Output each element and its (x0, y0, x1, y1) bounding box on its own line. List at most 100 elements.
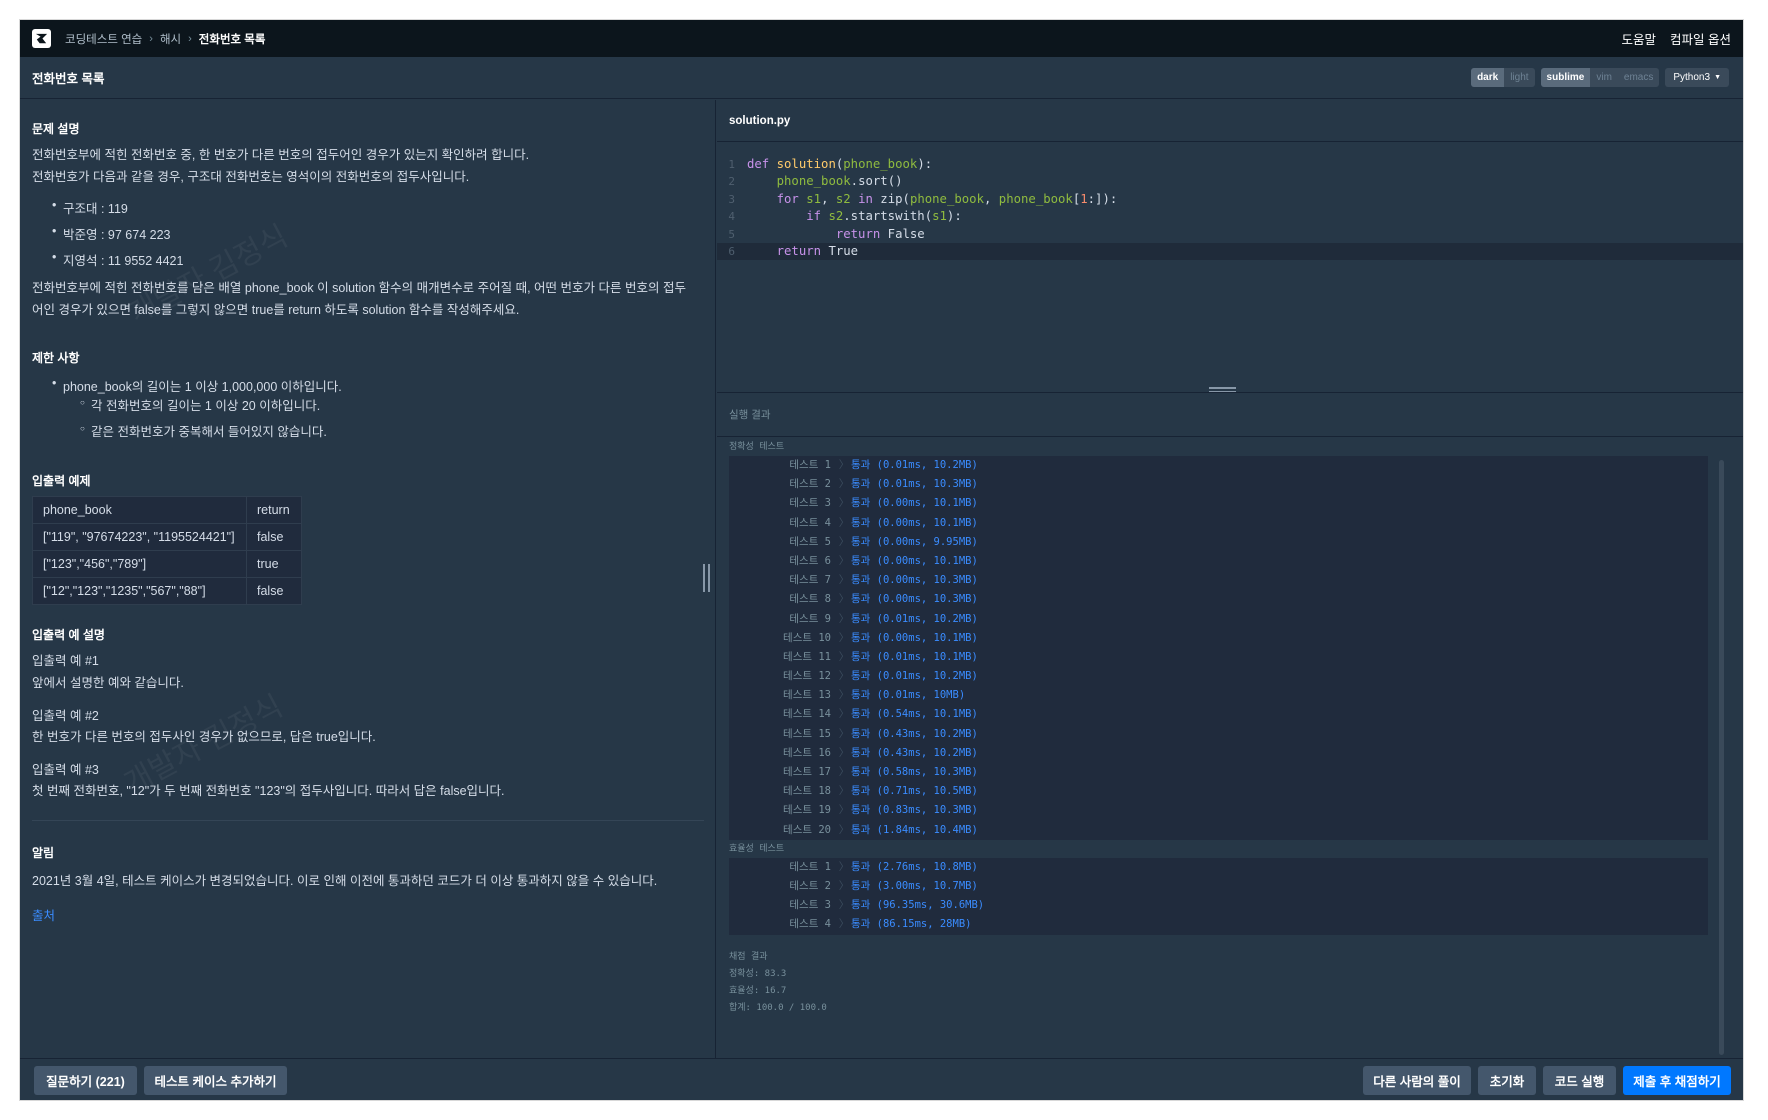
separator: 〉 (838, 804, 850, 817)
programmers-logo-icon[interactable] (32, 29, 51, 48)
list-item: 각 전화번호의 길이는 1 이상 20 이하입니다. (80, 395, 327, 421)
source-link[interactable]: 출처 (32, 905, 55, 924)
breadcrumb-item[interactable]: 코딩테스트 연습 (65, 31, 142, 47)
results-scrollbar[interactable] (1719, 460, 1724, 1055)
accuracy-results: 테스트 1 〉 통과 (0.01ms, 10.2MB) 테스트 2 〉 통과 (0.01m… (729, 456, 1708, 840)
test-result: 통과 (3.00ms, 10.7MB) (851, 879, 978, 892)
ask-question-button[interactable]: 질문하기 (221) (34, 1066, 137, 1095)
line-number: 5 (728, 227, 735, 241)
test-result: 통과 (0.01ms, 10MB) (851, 689, 966, 702)
code-area[interactable]: 1 def solution(phone_book): 2 phone_book.… (717, 156, 1743, 261)
explain-body: 한 번호가 다른 번호의 접두사인 경우가 없으므로, 답은 true입니다. (32, 730, 376, 744)
test-result-row: 테스트 13 〉 통과 (0.01ms, 10MB) (729, 686, 1708, 705)
test-name: 테스트 3 (789, 899, 831, 912)
line-number: 4 (728, 210, 735, 224)
test-name: 테스트 13 (783, 689, 831, 702)
footer-toolbar: 질문하기 (221) 테스트 케이스 추가하기 다른 사람의 풀이 초기화 코드… (20, 1058, 1743, 1100)
separator: 〉 (838, 766, 850, 778)
separator: 〉 (838, 823, 850, 836)
test-result-row: 테스트 2 〉 통과 (3.00ms, 10.7MB) (729, 877, 1708, 896)
keymap-vim-option[interactable]: vim (1590, 68, 1618, 87)
test-result-row: 테스트 4 〉 통과 (0.00ms, 10.1MB) (729, 514, 1708, 533)
reset-button[interactable]: 초기화 (1478, 1066, 1536, 1095)
example-list: 구조대 : 119 박준영 : 97 674 223 지영석 : 11 9552… (52, 198, 183, 276)
keymap-toggle: sublime vim emacs (1540, 68, 1660, 87)
list-item: 같은 전화번호가 중복해서 들어있지 않습니다. (80, 421, 327, 440)
separator: 〉 (838, 497, 850, 510)
others-solutions-button[interactable]: 다른 사람의 풀이 (1363, 1066, 1471, 1095)
test-result-row: 테스트 12 〉 통과 (0.01ms, 10.2MB) (729, 667, 1708, 686)
test-result-row: 테스트 2 〉 통과 (0.01ms, 10.3MB) (729, 475, 1708, 494)
test-name: 테스트 6 (789, 554, 831, 567)
test-name: 테스트 9 (789, 612, 831, 625)
separator: 〉 (838, 631, 850, 644)
test-name: 테스트 14 (783, 708, 831, 721)
code-line: 5 return False (717, 226, 1743, 243)
test-result-row: 테스트 4 〉 통과 (86.15ms, 28MB) (729, 915, 1708, 934)
test-result: 통과 (0.71ms, 10.5MB) (851, 785, 978, 798)
theme-light-option[interactable]: light (1504, 68, 1534, 87)
separator: 〉 (838, 918, 850, 931)
separator: 〉 (838, 879, 850, 892)
test-name: 테스트 3 (789, 497, 831, 510)
theme-dark-option[interactable]: dark (1471, 68, 1505, 87)
test-result: 통과 (0.01ms, 10.3MB) (851, 478, 978, 491)
table-row: ["123","456","789"] true (32, 550, 302, 578)
code-line: 6 return True (717, 242, 1743, 261)
keymap-sublime-option[interactable]: sublime (1540, 68, 1591, 87)
chevron-right-icon: › (149, 32, 153, 45)
test-result: 통과 (0.83ms, 10.3MB) (851, 804, 978, 817)
code-editor[interactable]: solution.py 1 def solution(phone_book): 2… (717, 100, 1743, 390)
test-name: 테스트 2 (789, 478, 831, 491)
test-result-row: 테스트 11 〉 통과 (0.01ms, 10.1MB) (729, 648, 1708, 667)
score-line: 효율성: 16.7 (729, 985, 787, 996)
table-cell: true (246, 550, 302, 578)
list-item: 박준영 : 97 674 223 (52, 224, 183, 250)
test-result-row: 테스트 10 〉 통과 (0.00ms, 10.1MB) (729, 629, 1708, 648)
keymap-emacs-option[interactable]: emacs (1618, 68, 1659, 87)
breadcrumb-item[interactable]: 해시 (160, 31, 181, 47)
table-header-cell: return (246, 496, 302, 524)
help-link[interactable]: 도움말 (1622, 29, 1657, 48)
score-line: 정확성: 83.3 (729, 968, 787, 979)
separator: 〉 (838, 459, 850, 471)
code-line: 3 for s1, s2 in zip(phone_book, phone_bo… (717, 191, 1743, 208)
test-name: 테스트 5 (789, 535, 831, 548)
separator: 〉 (838, 478, 850, 491)
compile-options-link[interactable]: 컴파일 옵션 (1670, 29, 1731, 48)
test-result: 통과 (0.00ms, 10.1MB) (851, 497, 978, 510)
separator: 〉 (838, 727, 850, 740)
test-name: 테스트 16 (783, 746, 831, 759)
language-select[interactable]: Python3 ▼ (1665, 68, 1729, 87)
results-header: 실행 결과 (717, 392, 1743, 437)
code-line: 1 def solution(phone_book): (717, 156, 1743, 173)
test-result-row: 테스트 9 〉 통과 (0.01ms, 10.2MB) (729, 610, 1708, 629)
list-item: phone_book의 길이는 1 이상 1,000,000 이하입니다. (52, 376, 342, 395)
notice-body: 2021년 3월 4일, 테스트 케이스가 변경되었습니다. 이로 인해 이전에… (32, 874, 658, 888)
test-result: 통과 (0.01ms, 10.1MB) (851, 650, 978, 663)
test-result: 통과 (0.00ms, 9.95MB) (851, 535, 978, 548)
score-line: 합계: 100.0 / 100.0 (729, 1002, 827, 1013)
panel-resize-handle[interactable] (703, 564, 710, 592)
test-result: 통과 (2.76ms, 10.8MB) (851, 860, 978, 873)
test-name: 테스트 1 (789, 459, 831, 471)
test-name: 테스트 15 (783, 727, 831, 740)
table-cell: false (246, 577, 302, 605)
chevron-right-icon: › (188, 32, 192, 45)
table-header-cell: phone_book (32, 496, 247, 524)
caret-down-icon: ▼ (1714, 74, 1721, 81)
add-test-case-button[interactable]: 테스트 케이스 추가하기 (144, 1066, 287, 1095)
test-name: 테스트 17 (783, 766, 831, 778)
io-table: phone_book return ["119", "97674223", "1… (32, 496, 302, 605)
test-result: 통과 (0.01ms, 10.2MB) (851, 612, 978, 625)
run-code-button[interactable]: 코드 실행 (1543, 1066, 1616, 1095)
separator: 〉 (838, 860, 850, 873)
test-result: 통과 (0.01ms, 10.2MB) (851, 459, 978, 471)
test-result: 통과 (0.00ms, 10.3MB) (851, 574, 978, 587)
io-explain-title: 입출력 예 설명 (32, 628, 105, 642)
test-name: 테스트 11 (783, 650, 831, 663)
separator: 〉 (838, 899, 850, 912)
test-result-row: 테스트 19 〉 통과 (0.83ms, 10.3MB) (729, 801, 1708, 820)
submit-button[interactable]: 제출 후 채점하기 (1623, 1066, 1731, 1095)
task-line: 전화번호부에 적힌 전화번호를 담은 배열 phone_book 이 solut… (32, 281, 686, 295)
